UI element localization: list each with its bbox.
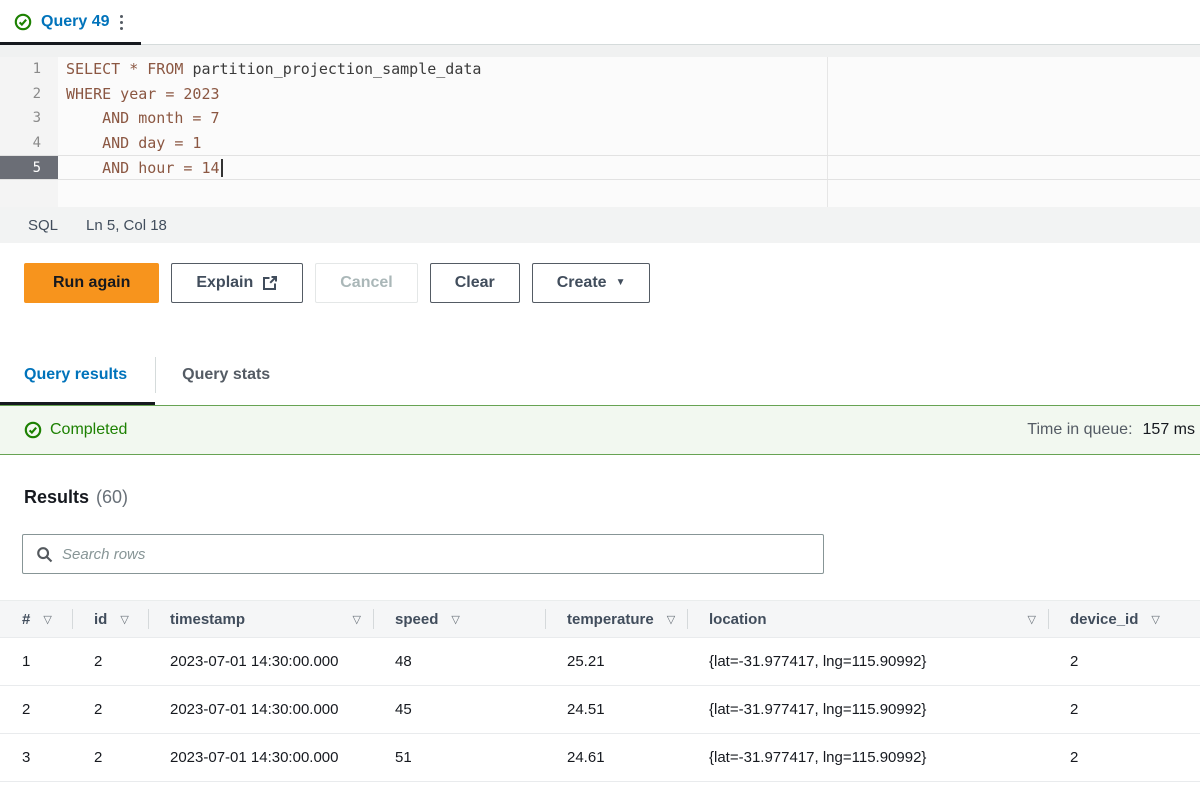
tab-query-stats[interactable]: Query stats [156, 345, 296, 405]
filter-icon[interactable]: ▽ [451, 613, 459, 626]
header-cell-location[interactable]: location▽ [687, 601, 1048, 637]
cell-id: 2 [72, 734, 148, 781]
cell-device-id: 2 [1048, 638, 1200, 685]
code-text: AND day = 1 [58, 131, 201, 156]
results-heading: Results (60) [24, 487, 1200, 508]
explain-button[interactable]: Explain [171, 263, 303, 303]
filter-icon[interactable]: ▽ [1151, 613, 1159, 626]
header-cell-speed[interactable]: speed▽ [373, 601, 545, 637]
table-row: 3 2 2023-07-01 14:30:00.000 51 24.61 {la… [0, 734, 1200, 782]
line-number: 3 [0, 106, 58, 131]
code-line-2[interactable]: 2 WHERE year = 2023 [0, 82, 1200, 107]
cell-row-number: 1 [0, 638, 72, 685]
cell-speed: 45 [373, 686, 545, 733]
tab-query-results[interactable]: Query results [0, 345, 155, 405]
create-button[interactable]: Create ▼ [532, 263, 651, 303]
editor-empty-area[interactable] [0, 180, 1200, 207]
gutter-empty [0, 180, 58, 207]
results-tab-bar: Query results Query stats [0, 345, 1200, 405]
query-tab-title: Query 49 [41, 13, 109, 31]
filter-icon[interactable]: ▽ [667, 613, 675, 626]
chevron-down-icon: ▼ [616, 278, 626, 288]
header-cell-device-id[interactable]: device_id▽ [1048, 601, 1200, 637]
results-table: #▽ id▽ timestamp▽ speed▽ temperature▽ lo… [0, 600, 1200, 782]
filter-icon[interactable]: ▽ [43, 613, 51, 626]
time-in-queue-label: Time in queue: [1027, 421, 1132, 439]
table-row: 1 2 2023-07-01 14:30:00.000 48 25.21 {la… [0, 638, 1200, 686]
results-count: (60) [96, 487, 128, 508]
cell-row-number: 2 [0, 686, 72, 733]
query-tab[interactable]: Query 49 [0, 0, 141, 44]
line-number: 2 [0, 82, 58, 107]
line-number: 5 [0, 156, 58, 179]
time-in-queue-value: 157 ms [1143, 421, 1195, 439]
query-status-banner: Completed Time in queue: 157 ms [0, 405, 1200, 455]
header-cell-temperature[interactable]: temperature▽ [545, 601, 687, 637]
run-again-button[interactable]: Run again [24, 263, 159, 303]
check-circle-icon [14, 13, 32, 31]
text-cursor [221, 159, 223, 177]
cell-location: {lat=-31.977417, lng=115.90992} [687, 638, 1048, 685]
cancel-button: Cancel [315, 263, 417, 303]
status-badge: Completed [50, 421, 127, 439]
explain-button-label: Explain [196, 274, 253, 292]
cell-temperature: 24.61 [545, 734, 687, 781]
kebab-menu-icon[interactable] [118, 11, 125, 34]
header-cell-timestamp[interactable]: timestamp▽ [148, 601, 373, 637]
table-header-row: #▽ id▽ timestamp▽ speed▽ temperature▽ lo… [0, 600, 1200, 638]
check-circle-icon [24, 421, 42, 439]
create-button-label: Create [557, 274, 607, 292]
code-text: WHERE year = 2023 [58, 82, 220, 107]
line-number: 4 [0, 131, 58, 156]
external-link-icon [262, 275, 278, 291]
search-icon [36, 546, 53, 563]
cell-device-id: 2 [1048, 686, 1200, 733]
cell-speed: 51 [373, 734, 545, 781]
cell-timestamp: 2023-07-01 14:30:00.000 [148, 686, 373, 733]
code-line-3[interactable]: 3 AND month = 7 [0, 106, 1200, 131]
cell-row-number: 3 [0, 734, 72, 781]
code-text: SELECT * FROM partition_projection_sampl… [58, 57, 481, 82]
cell-id: 2 [72, 686, 148, 733]
table-row: 2 2 2023-07-01 14:30:00.000 45 24.51 {la… [0, 686, 1200, 734]
code-line-1[interactable]: 1 SELECT * FROM partition_projection_sam… [0, 57, 1200, 82]
code-line-4[interactable]: 4 AND day = 1 [0, 131, 1200, 156]
cell-timestamp: 2023-07-01 14:30:00.000 [148, 734, 373, 781]
cursor-position: Ln 5, Col 18 [86, 217, 167, 234]
cell-id: 2 [72, 638, 148, 685]
cell-location: {lat=-31.977417, lng=115.90992} [687, 734, 1048, 781]
language-label: SQL [28, 217, 58, 234]
search-input[interactable] [62, 535, 823, 573]
clear-button[interactable]: Clear [430, 263, 520, 303]
code-text: AND hour = 14 [58, 156, 223, 179]
header-cell-row-number[interactable]: #▽ [0, 601, 72, 637]
action-button-row: Run again Explain Cancel Clear Create ▼ [24, 263, 1200, 303]
cell-device-id: 2 [1048, 734, 1200, 781]
cell-location: {lat=-31.977417, lng=115.90992} [687, 686, 1048, 733]
filter-icon[interactable]: ▽ [353, 613, 361, 626]
cell-speed: 48 [373, 638, 545, 685]
results-title: Results [24, 487, 89, 508]
search-rows-box[interactable] [22, 534, 824, 574]
sql-editor[interactable]: 1 SELECT * FROM partition_projection_sam… [0, 57, 1200, 207]
line-number: 1 [0, 57, 58, 82]
query-tab-bar: Query 49 [0, 0, 1200, 45]
filter-icon[interactable]: ▽ [1028, 613, 1036, 626]
filter-icon[interactable]: ▽ [120, 613, 128, 626]
code-text: AND month = 7 [58, 106, 220, 131]
cell-temperature: 24.51 [545, 686, 687, 733]
cell-temperature: 25.21 [545, 638, 687, 685]
header-cell-id[interactable]: id▽ [72, 601, 148, 637]
editor-top-strip [0, 45, 1200, 57]
code-line-5-active[interactable]: 5 AND hour = 14 [0, 155, 1200, 180]
cell-timestamp: 2023-07-01 14:30:00.000 [148, 638, 373, 685]
editor-status-bar: SQL Ln 5, Col 18 [0, 207, 1200, 243]
